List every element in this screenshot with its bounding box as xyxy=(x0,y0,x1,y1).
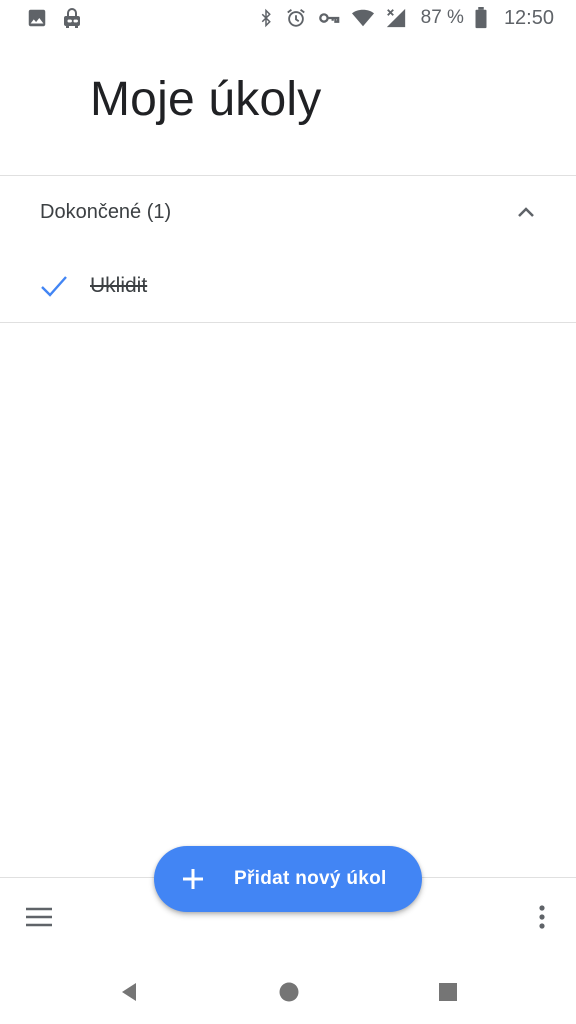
status-bar-right: 87 % 12:50 xyxy=(257,7,576,30)
section-divider xyxy=(0,322,576,323)
task-label: Uklidit xyxy=(90,274,148,297)
completed-section-header[interactable]: Dokončené (1) xyxy=(0,180,576,244)
recents-icon[interactable] xyxy=(438,982,458,1002)
chevron-up-icon[interactable] xyxy=(514,200,538,224)
status-bar-left xyxy=(0,6,84,30)
back-icon[interactable] xyxy=(118,981,140,1003)
add-task-button[interactable]: Přidat nový úkol xyxy=(154,846,422,912)
task-row[interactable]: Uklidit xyxy=(0,258,576,314)
menu-icon[interactable] xyxy=(24,904,54,930)
signal-icon xyxy=(385,7,407,29)
checkmark-icon[interactable] xyxy=(38,270,70,302)
more-vert-icon[interactable] xyxy=(530,902,554,932)
add-task-label: Přidat nový úkol xyxy=(234,868,387,889)
plus-icon xyxy=(180,866,206,892)
clock: 12:50 xyxy=(503,6,554,29)
alarm-icon xyxy=(285,7,307,29)
battery-level: 87 % xyxy=(420,7,464,28)
bluetooth-icon xyxy=(257,7,275,29)
status-bar: 87 % 12:50 xyxy=(0,0,576,36)
wifi-icon xyxy=(351,7,375,29)
vpn-key-icon xyxy=(317,7,341,29)
image-icon xyxy=(26,7,48,29)
battery-icon xyxy=(474,7,488,29)
completed-section-title: Dokončené (1) xyxy=(40,200,172,223)
page-title: Moje úkoly xyxy=(90,73,322,126)
lock-robot-icon xyxy=(60,6,84,30)
system-nav-bar xyxy=(0,960,576,1024)
header-divider xyxy=(0,175,576,176)
home-icon[interactable] xyxy=(278,981,300,1003)
